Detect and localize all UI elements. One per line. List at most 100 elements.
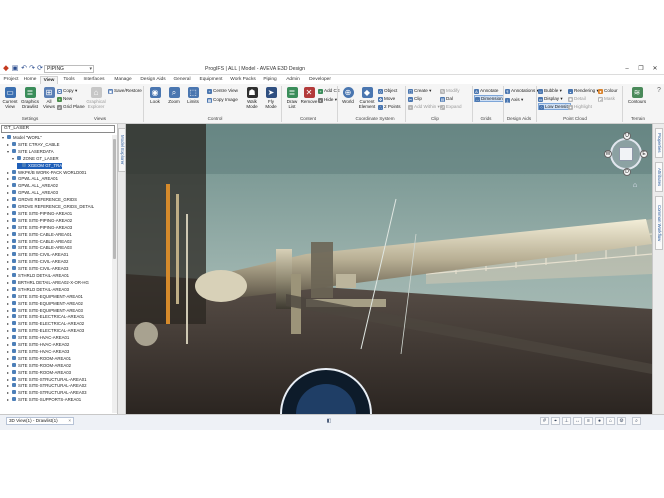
tree-row[interactable]: ▸ WKPK/B WORK-PACK WORLD001 bbox=[7, 169, 86, 176]
snap-icon[interactable]: ⌖ bbox=[551, 417, 560, 425]
tree-row[interactable]: ▸ SITE SITE-ELECTRICAL-AREA01 bbox=[7, 314, 84, 320]
display-button[interactable]: ▭ Display ▾ bbox=[538, 95, 563, 102]
tree-row[interactable]: ▸ SITE SITE-HVAC-AREA01 bbox=[7, 335, 69, 341]
tree-row[interactable]: ▸ SITE SITE-CABLE-AREA01 bbox=[7, 231, 72, 238]
remove-button[interactable]: ✕ Remove bbox=[300, 87, 318, 115]
tree-row[interactable]: ▸ SITE SITE-PIPING-AREA01 bbox=[7, 210, 72, 217]
app-logo-icon[interactable]: ◆ bbox=[2, 65, 10, 73]
tab-project[interactable]: Project bbox=[1, 76, 21, 84]
tree-row[interactable]: ▸ GRDVE REFERENCE_GRIDS_DETAIL bbox=[7, 204, 94, 210]
nav-west-button[interactable]: W bbox=[604, 150, 612, 158]
tree-row[interactable]: ▸ BRTHRL DETAIL-AREA02-X-OR-HG bbox=[7, 279, 89, 286]
explorer-search-input[interactable]: GT_LASER bbox=[1, 125, 115, 133]
minimize-icon[interactable]: – bbox=[620, 64, 634, 74]
annotations-button[interactable]: ¶Annotations ▾ bbox=[505, 87, 539, 94]
tab-home[interactable]: Home bbox=[21, 76, 39, 84]
mask-button[interactable]: ◩ Mask bbox=[598, 95, 615, 102]
ribbon-help-icon[interactable]: ? bbox=[655, 87, 663, 95]
tree-row[interactable]: ▸ STHRLD DETAIL-AREA03 bbox=[7, 286, 69, 293]
limits-button[interactable]: ⬚ Limits bbox=[184, 87, 202, 115]
refresh-icon[interactable]: ⟳ bbox=[36, 65, 44, 73]
contours-button[interactable]: ≋ Contours bbox=[626, 87, 648, 115]
home-view-icon[interactable]: ⌂ bbox=[631, 182, 639, 190]
tab-tools[interactable]: Tools bbox=[60, 76, 78, 84]
modify-button[interactable]: ✎ Modify bbox=[440, 87, 460, 94]
zoom-button[interactable]: ⌕ Zoom bbox=[165, 87, 183, 115]
save-icon[interactable]: ▣ bbox=[11, 65, 19, 73]
close-icon[interactable]: × bbox=[68, 418, 71, 424]
tree-row[interactable]: ▸ SITE SITE-CIVIL-AREA01 bbox=[7, 252, 68, 258]
tree-row[interactable]: ▸ SITE SITE-CABLE-AREA03 bbox=[7, 245, 72, 251]
undo-icon[interactable]: ↶ bbox=[20, 65, 28, 73]
tree-row[interactable]: ▸ SITE SITE-EQUIPMENT-AREA01 bbox=[7, 293, 83, 300]
tree-row[interactable]: ▸ SITE SITE-ROOM-AREA03 bbox=[7, 369, 71, 376]
all-views-button[interactable]: ⊞ All Views bbox=[42, 87, 56, 115]
current-view-button[interactable]: ▭ Current View bbox=[1, 87, 19, 115]
rendering-button[interactable]: ◒ Rendering ▾ bbox=[568, 87, 599, 94]
layers-icon[interactable]: ≡ bbox=[584, 417, 593, 425]
tree-row[interactable]: ▸ GPWL ALL_AREA01 bbox=[7, 176, 58, 182]
look-button[interactable]: ◉ Look bbox=[146, 87, 164, 115]
tree-row[interactable]: ▸ SITE SITE-EQUIPMENT-AREA02 bbox=[7, 300, 83, 307]
tab-design-aids[interactable]: Design Aids bbox=[138, 76, 168, 84]
tree-row[interactable]: ▸ SITE SITE-STRUCTURAL-AREA03 bbox=[7, 390, 87, 396]
ortho-icon[interactable]: ⊥ bbox=[562, 417, 571, 425]
detail-button[interactable]: ✱ Detail bbox=[568, 95, 586, 102]
tab-admin[interactable]: Admin bbox=[283, 76, 303, 84]
redo-icon[interactable]: ↷ bbox=[28, 65, 36, 73]
walk-mode-button[interactable]: ☗ Walk Mode bbox=[243, 87, 261, 115]
tree-row[interactable]: ▸ SITE SITE-HVAC-AREA02 bbox=[7, 342, 69, 348]
tree-row[interactable]: ▸ SITE SITE-EQUIPMENT-AREA03 bbox=[7, 307, 83, 314]
tree-row[interactable]: ▸ SITE SITE-ROOM-AREA01 bbox=[7, 355, 71, 362]
tab-model-explorer[interactable]: Model Explorer bbox=[118, 128, 126, 172]
grid-plane-button[interactable]: # Grid Plane bbox=[57, 103, 85, 110]
tree-row[interactable]: ▸ SITE SITE-SUPPORTS-AREA01 bbox=[7, 397, 81, 403]
save-restore-button[interactable]: ▣ Save/Restore bbox=[108, 87, 142, 94]
hide-button[interactable]: ◐ Hide ▾ bbox=[318, 96, 337, 103]
grid-icon[interactable]: # bbox=[540, 417, 549, 425]
tree-row[interactable]: ▾ SITE LASERDATA bbox=[7, 148, 54, 155]
graphics-drawlist-button[interactable]: ≣ Graphics Drawlist bbox=[20, 87, 40, 115]
measure-icon[interactable]: ↔ bbox=[573, 417, 582, 425]
graphical-explorer-button[interactable]: ⌂ Graphical Explorer bbox=[84, 87, 108, 115]
tree-row[interactable]: ▸ GPWL ALL_AREA02 bbox=[7, 183, 58, 189]
add-within-button[interactable]: + Add Within ▾ bbox=[408, 103, 440, 110]
tab-common-workflow[interactable]: Common Workflow bbox=[655, 196, 663, 250]
object-button[interactable]: ◇ Object bbox=[378, 87, 397, 94]
home-icon[interactable]: ⌂ bbox=[606, 417, 615, 425]
dal-button[interactable]: ▤ Dal bbox=[440, 95, 453, 102]
move-button[interactable]: ✥ Move bbox=[378, 95, 395, 102]
two-points-button[interactable]: ∴ 2 Points bbox=[378, 103, 401, 110]
new-view-button[interactable]: + New bbox=[57, 95, 72, 102]
zoom-icon[interactable]: ⌕ bbox=[632, 417, 641, 425]
draw-list-button[interactable]: ≣ Draw List bbox=[283, 87, 301, 115]
tab-interfaces[interactable]: Interfaces bbox=[80, 76, 108, 84]
tab-developer[interactable]: Developer bbox=[306, 76, 334, 84]
tree-row[interactable]: ▾ Model "WORL" bbox=[2, 135, 42, 141]
copy-view-button[interactable]: ⧉ Copy ▾ bbox=[57, 87, 77, 94]
fly-mode-button[interactable]: ➤ Fly Mode bbox=[262, 87, 280, 115]
tree-row[interactable]: ▸ STHRLD DETAIL-AREA01 bbox=[7, 273, 69, 279]
nav-down-button[interactable]: D bbox=[623, 168, 631, 176]
tab-general[interactable]: General bbox=[170, 76, 194, 84]
nav-east-button[interactable]: E bbox=[640, 150, 648, 158]
tree-row[interactable]: ▸ SITE SITE-PIPING-AREA02 bbox=[7, 217, 72, 224]
document-tab[interactable]: 3D View(1) - Drawlist(1) × bbox=[6, 417, 74, 425]
axis-button[interactable]: ⟂ Axis ▾ bbox=[505, 96, 523, 103]
3d-viewport[interactable]: U D W E ⌂ bbox=[126, 124, 652, 414]
tab-work-packs[interactable]: Work Packs bbox=[228, 76, 258, 84]
tree-row[interactable]: XGEOM GT_TRA bbox=[17, 162, 63, 169]
nav-arrow-icon[interactable]: ◧ bbox=[326, 418, 332, 424]
tree-row[interactable]: ▸ GPWL ALL_AREA03 bbox=[7, 190, 58, 196]
tree-row[interactable]: ▸ SITE SITE-STRUCTURAL-AREA01 bbox=[7, 376, 87, 383]
tree-row[interactable]: ▸ GRDVE REFERENCE_GRIDS bbox=[7, 197, 77, 203]
bubble-button[interactable]: ○ Bubble ▾ bbox=[538, 87, 562, 94]
annotate-button[interactable]: A Annotate bbox=[474, 87, 498, 94]
tree-row[interactable]: ▸ SITE CTRAY_CABLE bbox=[7, 141, 59, 148]
clip-button[interactable]: ✂ Clip bbox=[408, 95, 422, 102]
settings-icon[interactable]: ⚙ bbox=[617, 417, 626, 425]
navigation-cube[interactable]: U D W E bbox=[604, 132, 648, 176]
world-button[interactable]: ⊕ World bbox=[339, 87, 357, 115]
close-icon[interactable]: ✕ bbox=[648, 64, 662, 74]
tab-properties[interactable]: Properties bbox=[655, 128, 663, 158]
